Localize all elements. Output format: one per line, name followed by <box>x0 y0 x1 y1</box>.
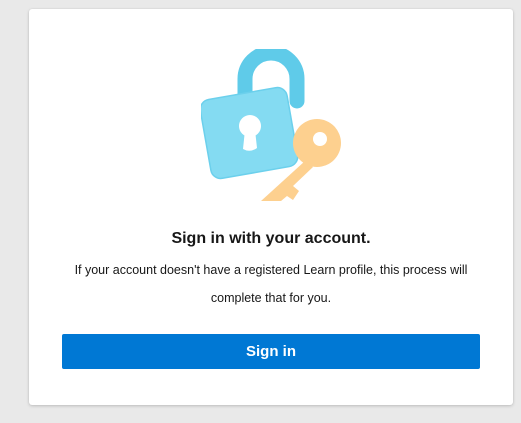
sign-in-button[interactable]: Sign in <box>62 334 480 369</box>
lock-and-key-illustration <box>201 49 341 201</box>
signin-card: Sign in with your account. If your accou… <box>29 9 513 405</box>
lock-icon <box>201 49 305 180</box>
card-description: If your account doesn't have a registere… <box>74 263 468 305</box>
card-title: Sign in with your account. <box>171 230 371 247</box>
